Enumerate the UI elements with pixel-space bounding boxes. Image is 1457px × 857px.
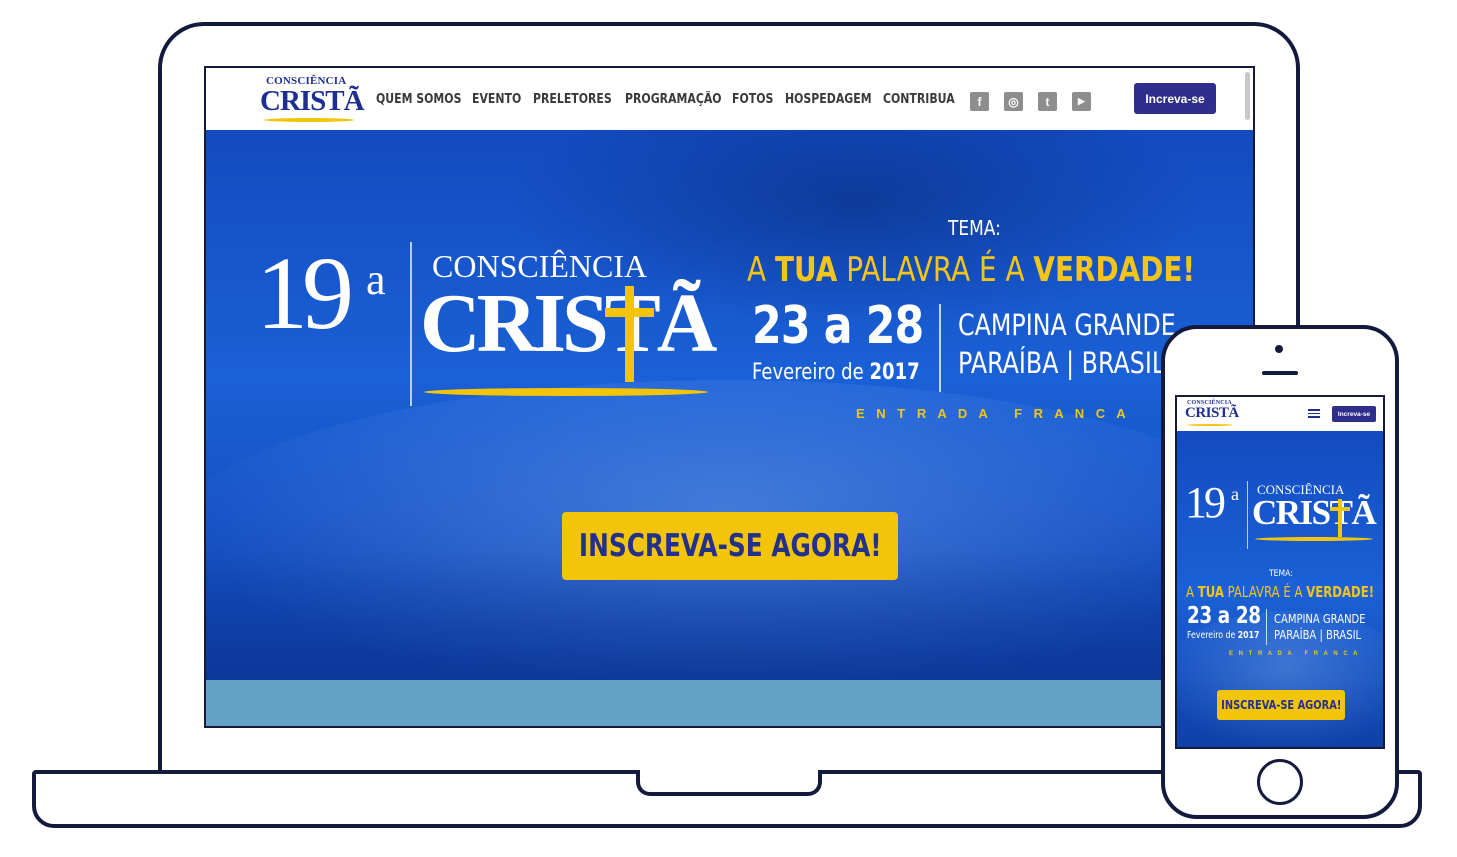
event-city: CAMPINA GRANDE (958, 308, 1176, 342)
edition-suffix: a (366, 255, 386, 304)
twitter-icon[interactable]: t (1038, 92, 1057, 111)
mobile-edition-number: 19 (1185, 478, 1226, 527)
mobile-navbar: CONSCIÊNCIA CRISTÃ Increva-se (1177, 397, 1383, 431)
hamburger-menu-icon[interactable] (1308, 409, 1320, 418)
mobile-event-city: CAMPINA GRANDE (1274, 611, 1366, 626)
mobile-hero-register-button[interactable]: INSCREVA-SE AGORA! (1217, 690, 1345, 720)
facebook-icon[interactable]: f (970, 92, 989, 111)
mobile-entry-free: E N T R A D A F R A N C A (1229, 651, 1360, 657)
nav-hospedagem[interactable]: HOSPEDAGEM (785, 92, 872, 107)
desktop-navbar: CONSCIÊNCIA CRISTÃ QUEM SOMOS EVENTO PRE… (206, 68, 1253, 130)
date-divider (939, 304, 941, 392)
mobile-register-button[interactable]: Increva-se (1332, 406, 1376, 422)
theme-label: TEMA: (948, 216, 1001, 240)
mobile-logo-title: CRISTÃ (1185, 405, 1239, 421)
nav-programacao[interactable]: PROGRAMAÇÃO (625, 92, 722, 107)
event-location: PARAÍBA | BRASIL (958, 346, 1166, 380)
mobile-screen: CONSCIÊNCIA CRISTÃ Increva-se 19 a CONSC… (1175, 395, 1385, 749)
hero-logo-title: CRISTÃ (420, 277, 717, 370)
mobile-event-month-year: Fevereiro de 2017 (1187, 630, 1260, 641)
mobile-theme-label: TEMA: (1269, 569, 1293, 579)
mobile-hero-divider (1247, 481, 1248, 549)
phone-home-button (1257, 759, 1303, 805)
mobile-event-dates: 23 a 28 (1187, 603, 1261, 629)
mobile-theme-title: A TUA PALAVRA É A VERDADE! (1186, 583, 1375, 601)
event-month-year: Fevereiro de 2017 (752, 360, 920, 385)
hero-cross-icon (625, 286, 634, 382)
mobile-logo[interactable]: CONSCIÊNCIA CRISTÃ (1185, 400, 1239, 428)
site-logo[interactable]: CONSCIÊNCIA CRISTÃ (258, 74, 365, 126)
phone-speaker (1262, 371, 1298, 375)
nav-contribua[interactable]: CONTRIBUA (883, 92, 955, 107)
theme-title: A TUA PALAVRA É A VERDADE! (747, 250, 1196, 290)
hero-register-button[interactable]: INSCREVA-SE AGORA! (562, 512, 898, 580)
mobile-event-location: PARAÍBA | BRASIL (1274, 627, 1362, 642)
hero-logo-swoosh (424, 388, 708, 396)
hero-banner: 19 a CONSCIÊNCIA CRISTÃ TEMA: A TUA PALA… (206, 130, 1253, 680)
phone-camera (1275, 345, 1283, 353)
mobile-edition-suffix: a (1231, 484, 1239, 504)
instagram-icon[interactable]: ◎ (1004, 92, 1023, 111)
mobile-hero-logo-title: CRISTÃ (1252, 493, 1377, 532)
mobile-cross-icon (1338, 499, 1342, 537)
laptop-notch (636, 770, 822, 796)
entry-free: E N T R A D A F R A N C A (856, 406, 1130, 421)
hero-divider (410, 242, 412, 406)
mobile-logo-swoosh (1187, 424, 1233, 426)
edition-number: 19 (256, 236, 354, 351)
main-menu: QUEM SOMOS EVENTO PRELETORES PROGRAMAÇÃO… (376, 90, 963, 108)
nav-fotos[interactable]: FOTOS (732, 92, 773, 107)
mobile-hero-swoosh (1255, 537, 1373, 541)
nav-quem-somos[interactable]: QUEM SOMOS (376, 92, 461, 107)
nav-preletores[interactable]: PRELETORES (533, 92, 612, 107)
desktop-screen: CONSCIÊNCIA CRISTÃ QUEM SOMOS EVENTO PRE… (204, 66, 1255, 728)
section-strip (206, 680, 1253, 726)
logo-title: CRISTÃ (260, 85, 365, 117)
mobile-date-divider (1266, 609, 1267, 645)
scrollbar[interactable] (1245, 72, 1250, 120)
mobile-cross-bar (1330, 507, 1350, 511)
mobile-hero-banner: 19 a CONSCIÊNCIA CRISTÃ TEMA: A TUA PALA… (1177, 431, 1383, 747)
nav-evento[interactable]: EVENTO (472, 92, 521, 107)
event-dates: 23 a 28 (752, 296, 924, 356)
hero-cross-bar (605, 308, 654, 317)
register-button[interactable]: Increva-se (1134, 83, 1216, 114)
youtube-icon[interactable]: ▶ (1072, 92, 1091, 111)
logo-swoosh (264, 118, 354, 122)
